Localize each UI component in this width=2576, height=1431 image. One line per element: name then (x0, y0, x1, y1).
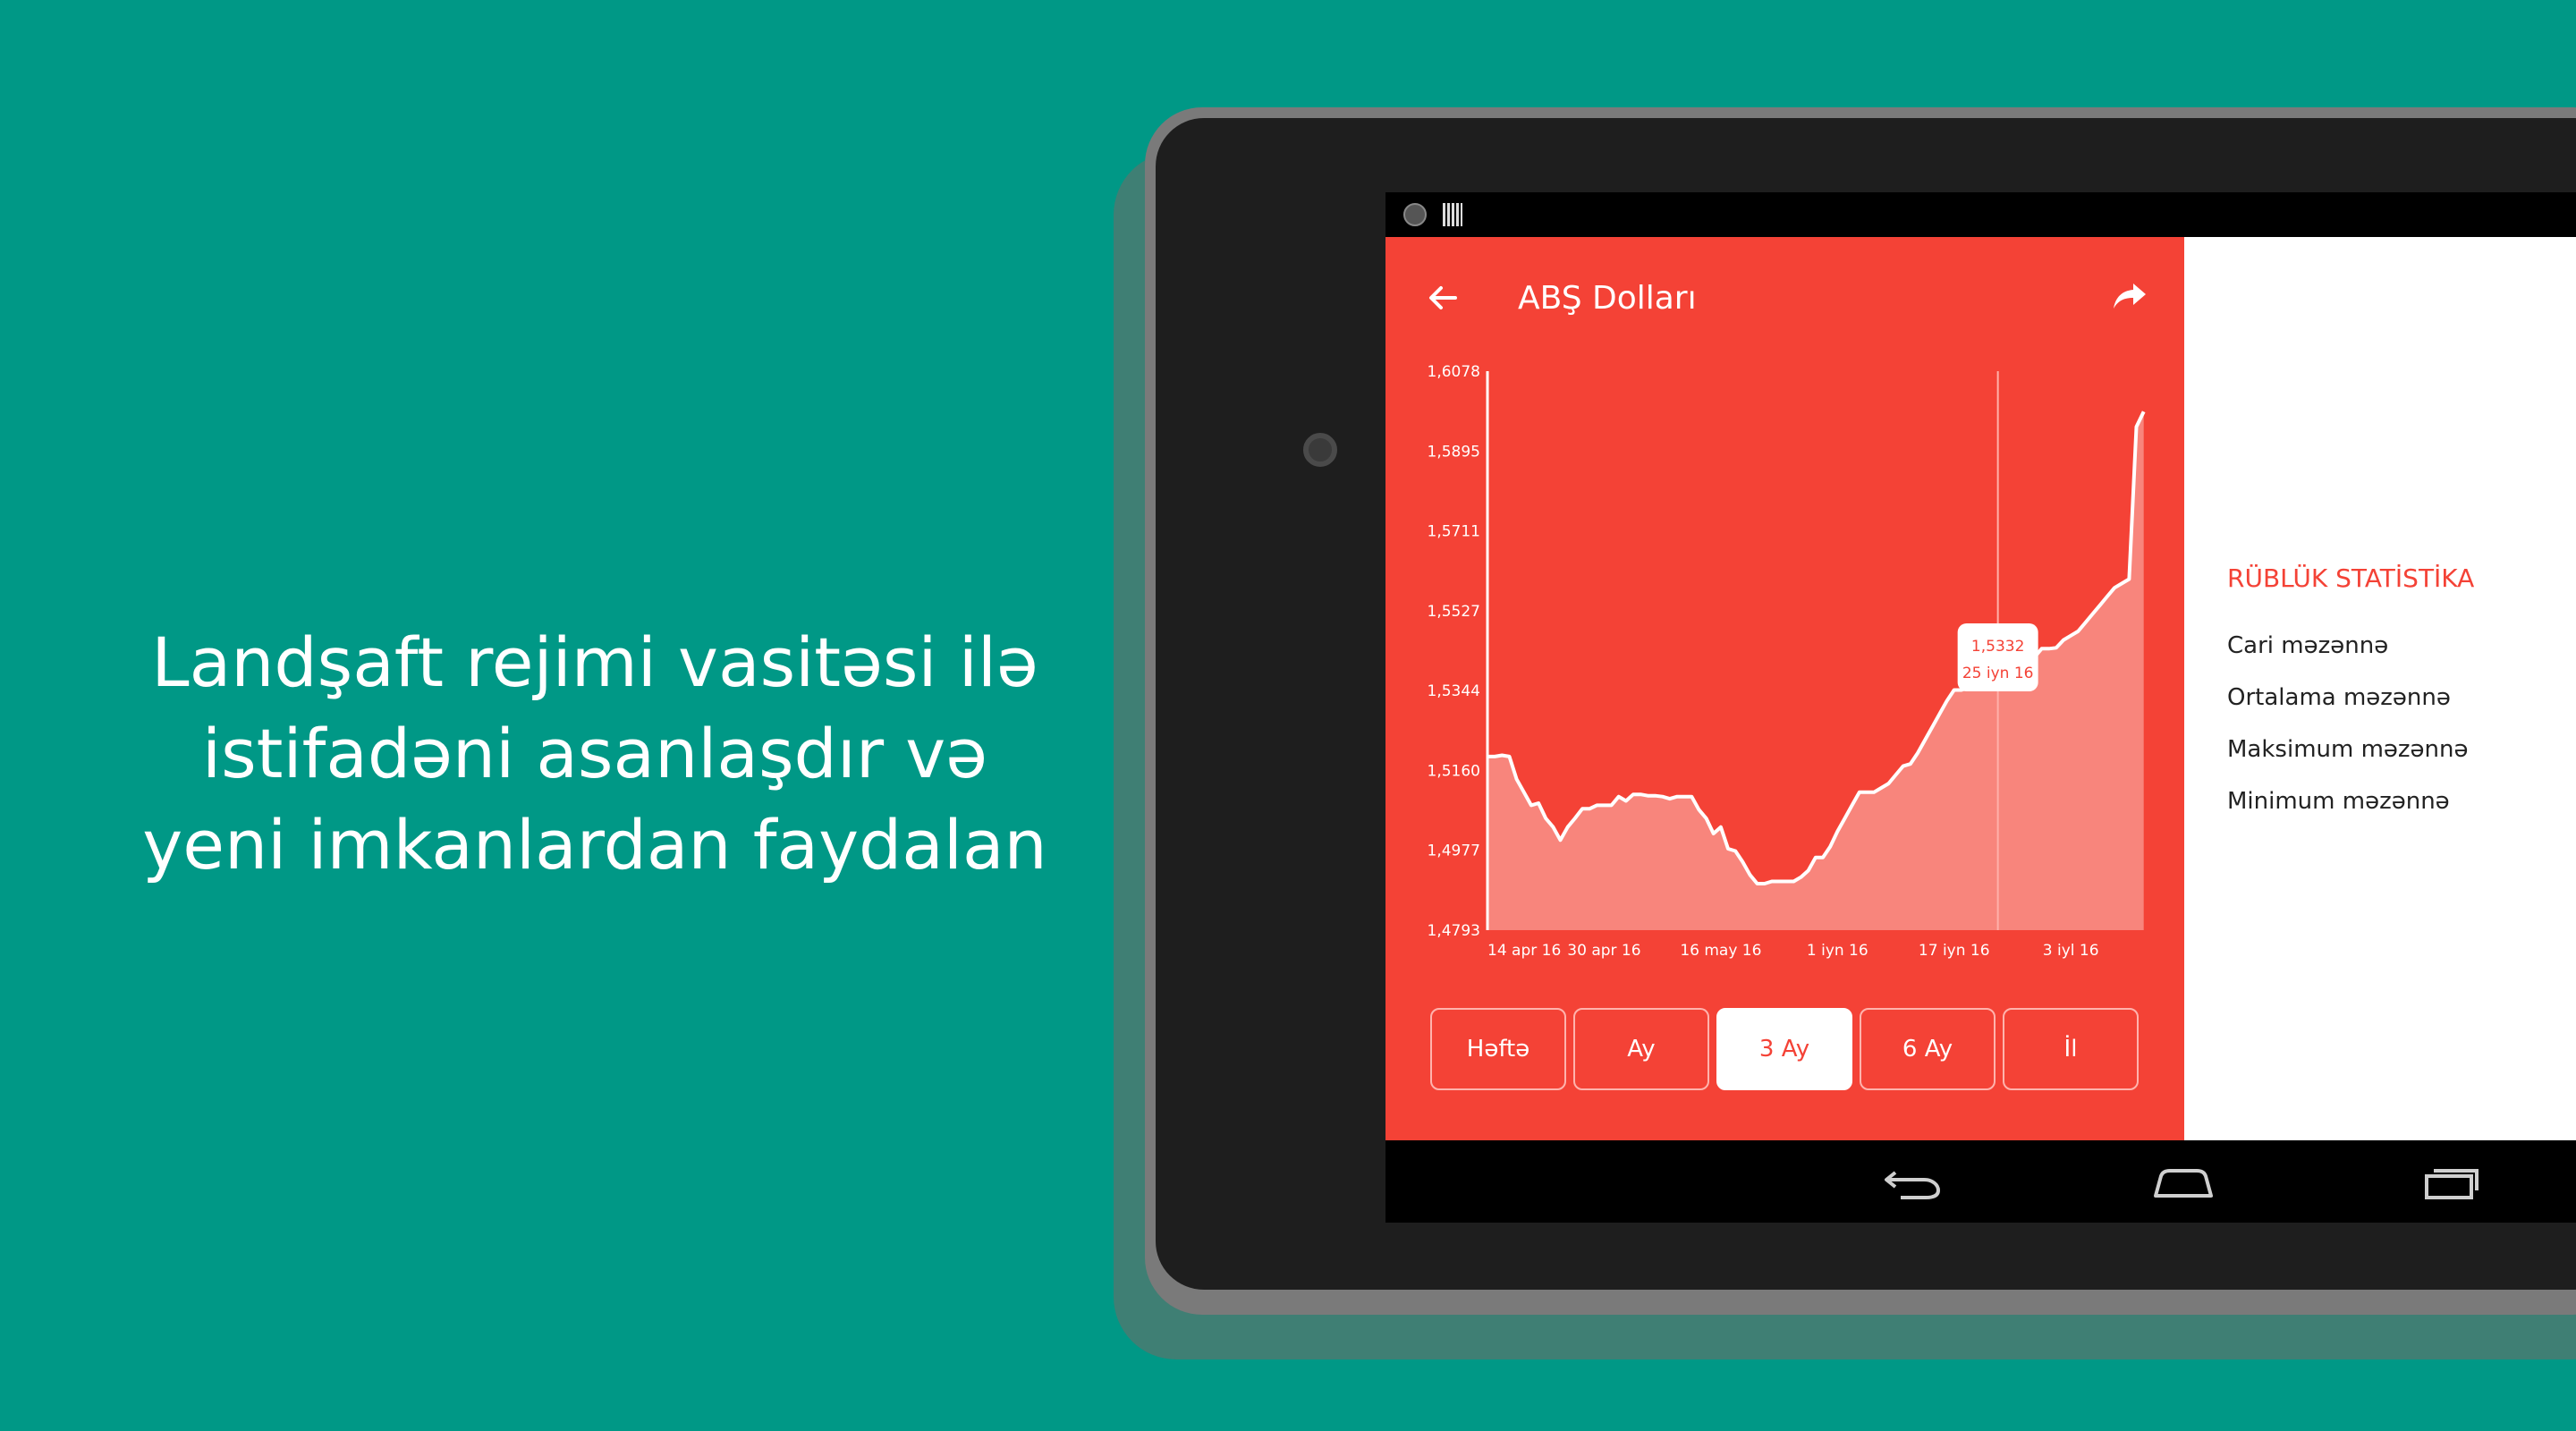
y-tick-label: 1,5160 (1428, 762, 1480, 780)
navigation-bar (1385, 1140, 2576, 1223)
y-axis-ticks: 1,6078 1,5895 1,5711 1,5527 1,5344 1,5160 1,49… (1428, 363, 1480, 940)
x-tick-label: 30 apr 16 (1567, 942, 1640, 960)
stat-average-rate: Ortalama məzənnə (2227, 684, 2451, 711)
tablet-screen: ABŞ Dolları 1,6078 1,5895 1,5711 1,5527 1,53… (1385, 192, 2576, 1223)
promo-text: Landşaft rejimi vasitəsi ilə istifadəni … (89, 617, 1100, 891)
x-tick-label: 16 may 16 (1680, 942, 1761, 960)
y-tick-label: 1,5344 (1428, 682, 1480, 700)
stats-panel: RÜBLÜK STATİSTİKA Cari məzənnə Ortalama … (2184, 237, 2576, 1140)
x-tick-label: 1 iyn 16 (1807, 942, 1868, 960)
range-button-6-months[interactable]: 6 Ay (1860, 1008, 1996, 1090)
x-tick-label: 3 iyl 16 (2043, 942, 2099, 960)
promo-line: yeni imkanlardan faydalan (142, 805, 1047, 885)
camera-icon (1303, 433, 1337, 467)
chart-tooltip: 1,5332 25 iyn 16 (1957, 623, 2038, 691)
y-tick-label: 1,5895 (1428, 443, 1480, 461)
promo-line: Landşaft rejimi vasitəsi ilə (151, 622, 1038, 702)
range-button-year[interactable]: İl (2003, 1008, 2139, 1090)
rate-area (1487, 411, 2144, 930)
stat-current-rate: Cari məzənnə (2227, 632, 2389, 659)
status-bar (1385, 192, 2576, 237)
tooltip-date: 25 iyn 16 (1962, 665, 2034, 682)
nav-back-icon[interactable] (1883, 1165, 1942, 1201)
notification-icon (1403, 203, 1427, 226)
y-tick-label: 1,4977 (1428, 843, 1480, 860)
y-tick-label: 1,5527 (1428, 603, 1480, 621)
stat-minimum-rate: Minimum məzənnə (2227, 788, 2450, 815)
exchange-rate-chart: 1,6078 1,5895 1,5711 1,5527 1,5344 1,5160 1,49… (1428, 363, 2146, 960)
x-tick-label: 14 apr 16 (1487, 942, 1561, 960)
stat-maximum-rate: Maksimum məzənnə (2227, 736, 2469, 763)
range-button-week[interactable]: Həftə (1430, 1008, 1566, 1090)
y-tick-label: 1,5711 (1428, 523, 1480, 541)
range-selector: Həftə Ay 3 Ay 6 Ay İl (1430, 1008, 2146, 1090)
range-button-3-months[interactable]: 3 Ay (1716, 1008, 1852, 1090)
range-button-month[interactable]: Ay (1573, 1008, 1709, 1090)
chart-panel: ABŞ Dolları 1,6078 1,5895 1,5711 1,5527 1,53… (1385, 237, 2184, 1140)
promo-line: istifadəni asanlaşdır və (201, 714, 988, 793)
x-axis-ticks: 14 apr 16 30 apr 16 16 may 16 1 iyn 16 17 iy… (1487, 942, 2099, 960)
y-tick-label: 1,6078 (1428, 363, 1480, 381)
nav-home-icon[interactable] (2152, 1165, 2215, 1201)
nav-recent-apps-icon[interactable] (2423, 1165, 2480, 1201)
barcode-icon (1443, 203, 1462, 226)
stats-title: RÜBLÜK STATİSTİKA (2227, 563, 2475, 593)
x-tick-label: 17 iyn 16 (1919, 942, 1990, 960)
y-tick-label: 1,4793 (1428, 922, 1480, 940)
tooltip-value: 1,5332 (1971, 638, 2024, 656)
